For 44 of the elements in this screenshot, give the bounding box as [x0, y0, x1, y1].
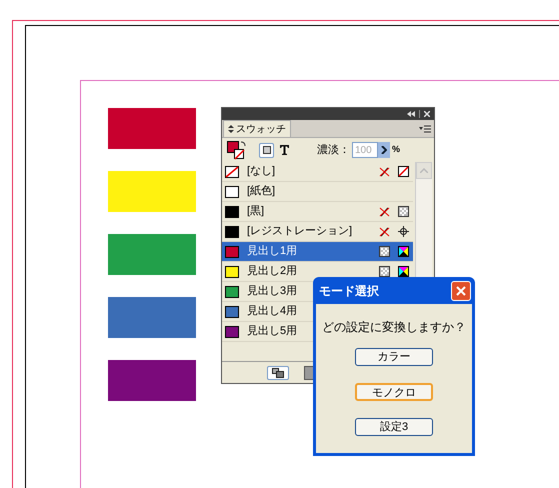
close-button[interactable] — [451, 280, 471, 300]
close-icon — [456, 286, 466, 296]
tint-unit: % — [392, 143, 400, 156]
expand-icon — [228, 125, 234, 133]
swatch-name: [紙色] — [247, 184, 276, 200]
no-edit-icon — [379, 206, 390, 217]
checker-icon — [379, 246, 390, 257]
swatch-name: [レジストレーション] — [247, 224, 352, 240]
swatch-row[interactable]: [紙色] — [222, 182, 413, 202]
swatch-name: [黒] — [247, 204, 264, 220]
crosshair-icon — [398, 226, 409, 237]
fill-stroke-icon[interactable] — [227, 140, 247, 160]
caret-icon — [420, 168, 428, 173]
dialog-button[interactable]: モノクロ — [355, 383, 433, 401]
none-swatch-icon — [225, 166, 239, 178]
tint-arrow-button[interactable] — [378, 142, 390, 158]
menu-icon[interactable] — [419, 125, 431, 133]
tint-label: 濃淡： — [317, 142, 350, 158]
checker-icon — [398, 206, 409, 217]
swatch-name: 見出し4用 — [247, 304, 298, 320]
container-button[interactable] — [259, 142, 274, 158]
dialog-message: どの設定に変換しますか？ — [322, 319, 466, 336]
none-swatch-icon — [398, 166, 409, 177]
cmyk-icon — [398, 266, 409, 277]
no-edit-icon — [379, 226, 390, 237]
swatch-name: 見出し1用 — [247, 244, 298, 260]
dialog-button[interactable]: カラー — [355, 348, 433, 366]
swatch-row[interactable]: [なし] — [222, 162, 413, 182]
swatches-tab[interactable]: スウォッチ — [223, 120, 291, 137]
text-icon[interactable] — [280, 145, 289, 155]
swatch-name: [なし] — [247, 164, 276, 180]
checker-icon — [379, 266, 390, 277]
swatch-name: 見出し3用 — [247, 284, 298, 300]
cmyk-icon — [398, 246, 409, 257]
swatch-row[interactable]: 見出し1用 — [222, 242, 413, 262]
close-icon[interactable] — [424, 111, 430, 117]
dialog-button[interactable]: 設定3 — [355, 418, 433, 436]
no-edit-icon — [379, 166, 390, 177]
swatch-name: 見出し2用 — [247, 264, 298, 280]
collapse-icon[interactable] — [407, 111, 415, 117]
dialog-title: モード選択 — [319, 282, 379, 300]
swatch-row[interactable]: [黒] — [222, 202, 413, 222]
new-swatch-button[interactable] — [267, 366, 289, 380]
swatch-name: 見出し5用 — [247, 324, 298, 340]
